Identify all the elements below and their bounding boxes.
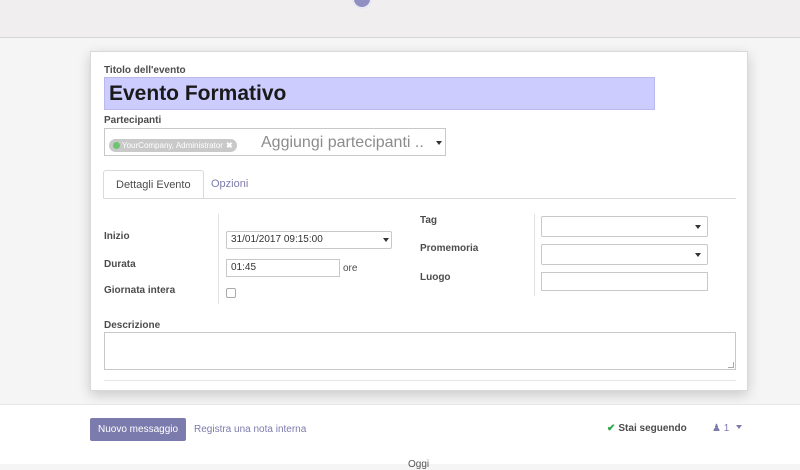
- log-note-link[interactable]: Registra una nota interna: [194, 424, 306, 435]
- caret-down-icon[interactable]: [695, 225, 701, 229]
- online-status-icon: [113, 142, 120, 149]
- tab-options[interactable]: Opzioni: [199, 170, 260, 199]
- reminder-label: Promemoria: [420, 243, 479, 254]
- allday-checkbox[interactable]: [226, 288, 236, 298]
- reminder-select[interactable]: [541, 244, 708, 265]
- tab-event-details[interactable]: Dettagli Evento: [103, 170, 204, 199]
- followers-dropdown[interactable]: ♟ 1: [712, 423, 743, 434]
- duration-input[interactable]: 01:45: [226, 259, 340, 277]
- event-title-input[interactable]: Evento Formativo: [104, 77, 655, 110]
- description-label: Descrizione: [104, 320, 161, 331]
- status-step-dot[interactable]: [352, 0, 372, 9]
- title-label: Titolo dell'evento: [104, 65, 186, 76]
- caret-down-icon[interactable]: [436, 141, 442, 145]
- attendee-chip[interactable]: YourCompany, Administrator ✖: [109, 139, 237, 152]
- resize-handle-icon[interactable]: [728, 362, 734, 368]
- followers-count: 1: [723, 423, 730, 434]
- caret-down-icon: [736, 425, 743, 429]
- column-divider: [534, 214, 535, 296]
- close-icon[interactable]: ✖: [226, 141, 233, 150]
- duration-label: Durata: [104, 259, 136, 270]
- caret-down-icon[interactable]: [695, 253, 701, 257]
- user-icon: ♟: [712, 423, 721, 434]
- attendees-label: Partecipanti: [104, 115, 162, 126]
- following-button[interactable]: ✔ Stai seguendo: [607, 423, 687, 434]
- tag-select[interactable]: [541, 216, 708, 237]
- duration-unit: ore: [343, 263, 358, 274]
- date-separator: Oggi: [408, 459, 430, 470]
- attendees-field[interactable]: YourCompany, Administrator ✖ Aggiungi par…: [104, 128, 446, 156]
- following-label: Stai seguendo: [618, 423, 687, 434]
- new-message-button[interactable]: Nuovo messaggio: [90, 418, 187, 441]
- top-bar: [0, 0, 800, 38]
- sheet-divider: [104, 380, 736, 381]
- allday-label: Giornata intera: [104, 285, 176, 296]
- check-icon: ✔: [607, 423, 616, 434]
- tag-label: Tag: [420, 215, 438, 226]
- start-label: Inizio: [104, 231, 130, 242]
- attendee-chip-label: YourCompany, Administrator: [122, 141, 223, 150]
- column-divider: [218, 214, 219, 304]
- form-sheet: Titolo dell'evento Evento Formativo Part…: [90, 51, 748, 391]
- caret-down-icon[interactable]: [383, 238, 389, 242]
- attendees-input[interactable]: Aggiungi partecipanti ..: [261, 134, 424, 152]
- location-input[interactable]: [541, 272, 708, 291]
- start-datetime-select[interactable]: 31/01/2017 09:15:00: [226, 231, 392, 249]
- start-datetime-value: 31/01/2017 09:15:00: [231, 234, 323, 245]
- description-textarea[interactable]: [104, 332, 736, 370]
- tabs-divider: [104, 198, 736, 199]
- chatter: Nuovo messaggio Registra una nota intern…: [0, 404, 800, 470]
- location-label: Luogo: [420, 272, 451, 283]
